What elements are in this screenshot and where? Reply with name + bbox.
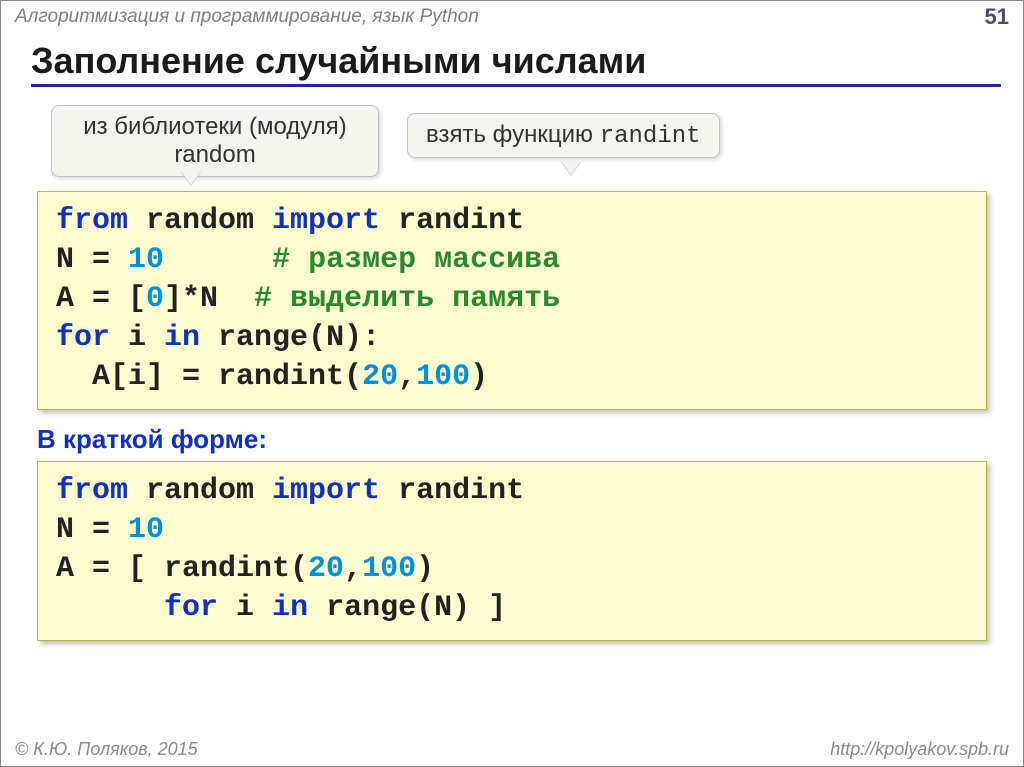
slide: Алгоритмизация и программирование, язык … [0,0,1024,767]
code-token: i [110,321,164,355]
code-token: A = [ randint( [56,552,308,586]
code-token: 20 [308,552,344,586]
callout-function: взять функцию randint [407,113,720,158]
callout-library-line1: из библиотеки (модуля) [70,113,360,141]
page-number: 51 [985,4,1009,30]
code-token: range(N) ] [308,591,506,625]
code-token: import [272,204,380,238]
code-token: 100 [416,360,470,394]
callout-function-mono: randint [600,123,701,150]
code-token: randint [380,474,524,508]
code-token: randint [380,204,524,238]
code-token: ) [416,552,452,586]
code-token: 0 [146,282,164,316]
code-token: import [272,474,380,508]
callout-function-text: взять функцию [426,121,600,148]
code-token: range(N): [200,321,380,355]
code-block-full: from random import randint N = 10 # разм… [37,191,987,410]
code-token: i [218,591,272,625]
callout-library-line2: random [70,141,360,169]
code-token: for [56,321,110,355]
code-token: 20 [362,360,398,394]
footer: © К.Ю. Поляков, 2015 http://kpolyakov.sp… [1,739,1023,760]
code-token: from [56,474,128,508]
code-token: 10 [128,513,164,547]
code-token [164,243,272,277]
code-token [56,591,164,625]
code-token: 100 [362,552,416,586]
code-token: A = [ [56,282,146,316]
footer-url: http://kpolyakov.spb.ru [830,739,1009,760]
code-comment: # выделить память [254,282,560,316]
code-token: N = [56,513,128,547]
code-token: random [128,474,272,508]
callout-library: из библиотеки (модуля) random [51,105,379,177]
code-token: N = [56,243,128,277]
breadcrumb: Алгоритмизация и программирование, язык … [15,6,479,28]
code-token: 10 [128,243,164,277]
code-token: from [56,204,128,238]
code-token: in [164,321,200,355]
page-title: Заполнение случайными числами [31,40,1001,87]
code-block-short: from random import randint N = 10 A = [ … [37,461,987,641]
code-token: ) [470,360,488,394]
code-token: for [164,591,218,625]
callout-tail-icon [561,161,581,175]
code-token: ]*N [164,282,254,316]
callout-row: из библиотеки (модуля) random взять функ… [1,105,1023,185]
code-token: A[i] = randint( [56,360,362,394]
code-token: random [128,204,272,238]
copyright: © К.Ю. Поляков, 2015 [15,739,198,760]
code-comment: # размер массива [272,243,560,277]
code-token: in [272,591,308,625]
subheading: В краткой форме: [37,424,987,455]
code-token: , [344,552,362,586]
callout-tail-icon [181,171,201,185]
top-bar: Алгоритмизация и программирование, язык … [1,1,1023,30]
code-token: , [398,360,416,394]
